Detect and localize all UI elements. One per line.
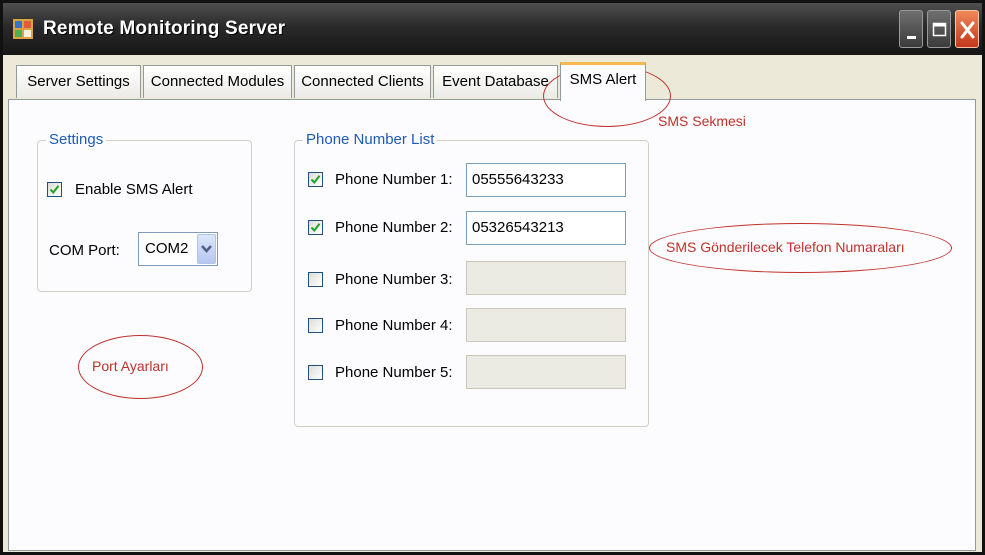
- phone-number-3-label[interactable]: Phone Number 3:: [335, 271, 453, 288]
- close-button[interactable]: [955, 10, 979, 48]
- sms-tab-annotation: SMS Sekmesi: [658, 113, 746, 129]
- settings-group: Settings Enable SMS Alert COM Port: COM2: [37, 131, 252, 292]
- phone-number-group-title: Phone Number List: [303, 131, 438, 149]
- com-port-dropdown-button[interactable]: [197, 234, 216, 264]
- minimize-icon: [907, 36, 916, 39]
- phone-number-2-checkbox[interactable]: [308, 220, 323, 235]
- phone-number-4-input: [466, 308, 626, 342]
- checkmark-icon: [49, 185, 60, 195]
- close-icon: [960, 21, 975, 39]
- maximize-button[interactable]: [927, 10, 951, 48]
- maximize-icon: [932, 22, 947, 37]
- checkmark-icon: [310, 175, 321, 185]
- com-port-label: COM Port:: [49, 242, 120, 259]
- phone-numbers-annotation: SMS Gönderilecek Telefon Numaraları: [666, 239, 905, 255]
- phone-number-3-input: [466, 261, 626, 295]
- window-title: Remote Monitoring Server: [43, 18, 286, 39]
- chevron-down-icon: [201, 245, 212, 253]
- tab-event-database[interactable]: Event Database: [433, 65, 558, 98]
- phone-number-2-label[interactable]: Phone Number 2:: [335, 219, 453, 236]
- app-icon: [13, 19, 33, 39]
- tab-server-settings[interactable]: Server Settings: [16, 65, 141, 98]
- phone-number-3-checkbox[interactable]: [308, 272, 323, 287]
- com-port-value: COM2: [145, 240, 189, 257]
- phone-number-5-input: [466, 355, 626, 389]
- port-settings-annotation: Port Ayarları: [92, 358, 169, 374]
- tab-sms-alert[interactable]: SMS Alert: [560, 62, 646, 101]
- minimize-button[interactable]: [899, 10, 923, 48]
- com-port-select[interactable]: COM2: [138, 232, 218, 266]
- tab-connected-clients[interactable]: Connected Clients: [294, 65, 431, 98]
- phone-number-4-label[interactable]: Phone Number 4:: [335, 317, 453, 334]
- tab-strip: Server Settings Connected Modules Connec…: [3, 55, 982, 101]
- phone-number-5-label[interactable]: Phone Number 5:: [335, 364, 453, 381]
- title-bar[interactable]: Remote Monitoring Server: [3, 3, 982, 55]
- enable-sms-label[interactable]: Enable SMS Alert: [75, 181, 193, 198]
- checkmark-icon: [310, 223, 321, 233]
- settings-group-title: Settings: [46, 131, 107, 149]
- sms-alert-panel: Settings Enable SMS Alert COM Port: COM2…: [8, 99, 976, 551]
- phone-number-1-label[interactable]: Phone Number 1:: [335, 171, 453, 188]
- enable-sms-checkbox[interactable]: [47, 182, 62, 197]
- phone-number-4-checkbox[interactable]: [308, 318, 323, 333]
- phone-number-2-input[interactable]: 05326543213: [466, 211, 626, 245]
- phone-number-5-checkbox[interactable]: [308, 365, 323, 380]
- phone-number-1-input[interactable]: 05555643233: [466, 163, 626, 197]
- app-window: Remote Monitoring Server Server Settings…: [0, 0, 985, 555]
- phone-number-group: Phone Number List Phone Number 1: 055556…: [294, 131, 649, 427]
- phone-number-1-checkbox[interactable]: [308, 172, 323, 187]
- tab-connected-modules[interactable]: Connected Modules: [143, 65, 292, 98]
